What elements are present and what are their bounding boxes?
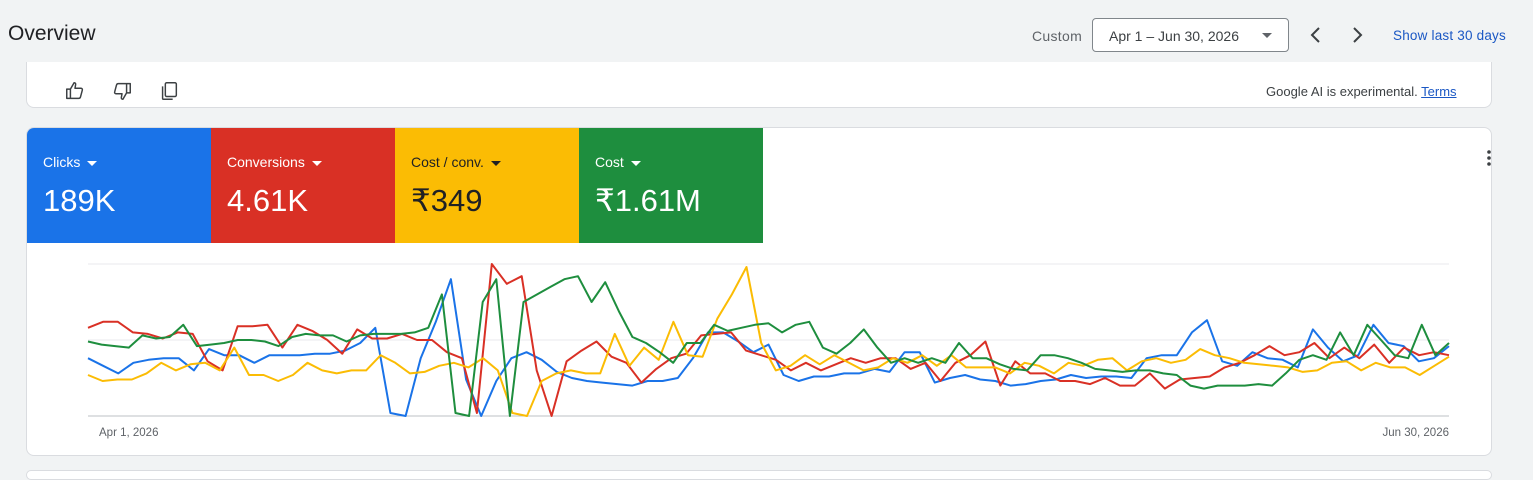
date-range-select[interactable]: Apr 1 – Jun 30, 2026 bbox=[1092, 18, 1289, 52]
x-axis-end-label: Jun 30, 2026 bbox=[1382, 427, 1449, 439]
date-range-value: Apr 1 – Jun 30, 2026 bbox=[1109, 28, 1239, 44]
thumbs-up-icon[interactable] bbox=[64, 80, 86, 102]
line-chart: Apr 1, 2026 Jun 30, 2026 bbox=[87, 263, 1450, 439]
page-title: Overview bbox=[8, 22, 96, 45]
x-axis-start-label: Apr 1, 2026 bbox=[99, 427, 158, 439]
date-range-type-label: Custom bbox=[1032, 28, 1083, 44]
chevron-right-icon bbox=[1353, 27, 1363, 43]
top-bar: Overview Custom Apr 1 – Jun 30, 2026 Sho… bbox=[0, 0, 1533, 62]
copy-icon[interactable] bbox=[158, 80, 180, 102]
performance-chart-card: Clicks 189K Conversions 4.61K Cost / con… bbox=[26, 127, 1492, 456]
show-last-30-days-link[interactable]: Show last 30 days bbox=[1393, 28, 1506, 43]
ai-summary-card: Google AI is experimental. Terms bbox=[26, 62, 1492, 108]
ai-experimental-note: Google AI is experimental. Terms bbox=[1266, 84, 1457, 99]
series-line-clicks bbox=[87, 278, 1450, 417]
series-line-cost-conv bbox=[87, 266, 1450, 417]
scrollbar[interactable] bbox=[1521, 62, 1533, 474]
dropdown-arrow-icon bbox=[1262, 33, 1272, 38]
chart-grid bbox=[88, 263, 1449, 417]
next-card bbox=[26, 470, 1492, 480]
previous-period-button[interactable] bbox=[1303, 22, 1329, 48]
next-period-button[interactable] bbox=[1344, 22, 1370, 48]
chevron-left-icon bbox=[1310, 27, 1320, 43]
terms-link[interactable]: Terms bbox=[1421, 84, 1456, 99]
thumbs-down-icon[interactable] bbox=[111, 80, 133, 102]
ai-note-text: Google AI is experimental. bbox=[1266, 84, 1418, 99]
